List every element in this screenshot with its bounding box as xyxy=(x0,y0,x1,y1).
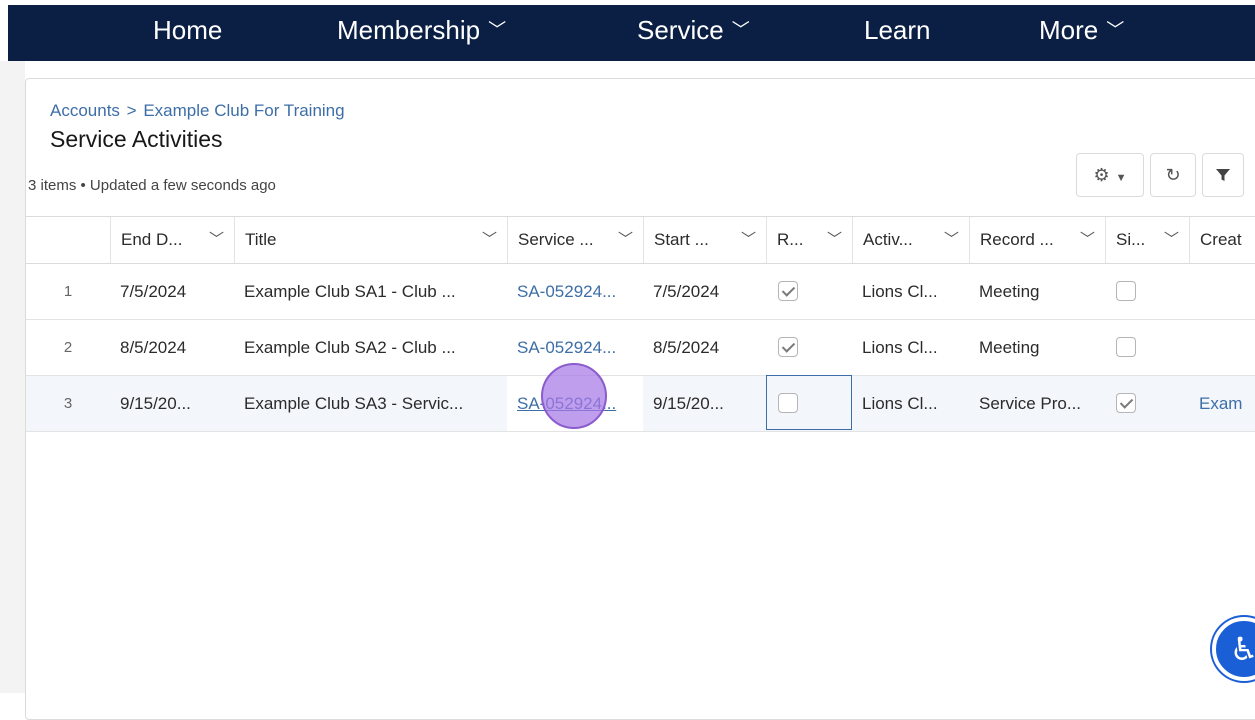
nav-label: Membership xyxy=(337,15,481,45)
column-label: Start ... xyxy=(654,230,709,249)
table-row[interactable]: 3 9/15/20... Example Club SA3 - Servic..… xyxy=(26,375,1255,432)
column-label: Si... xyxy=(1116,230,1146,249)
cell-record: Meeting xyxy=(979,282,1040,301)
chevron-down-icon: ﹀ xyxy=(1106,20,1125,40)
cell-end-date: 7/5/2024 xyxy=(120,282,187,301)
gear-icon: ⚙ xyxy=(1093,165,1110,185)
cell-title: Example Club SA3 - Servic... xyxy=(244,394,464,413)
column-label: R... xyxy=(777,230,804,249)
column-label: Creat xyxy=(1200,230,1242,249)
row-number: 2 xyxy=(63,339,73,356)
nav-label: Service xyxy=(637,15,724,45)
breadcrumb-separator: > xyxy=(126,101,137,120)
filter-button[interactable] xyxy=(1202,153,1244,197)
table-header: End D... ﹀ Title ﹀ Service ... ﹀ Start ... ﹀… xyxy=(26,216,1255,264)
nav-item-learn[interactable]: Learn xyxy=(864,5,931,61)
table-row[interactable]: 1 7/5/2024 Example Club SA1 - Club ... S… xyxy=(26,264,1255,320)
cell-start: 9/15/20... xyxy=(653,394,724,413)
cell-title: Example Club SA1 - Club ... xyxy=(244,282,456,301)
cell-created-link[interactable] xyxy=(1189,264,1255,319)
cell-activity: Lions Cl... xyxy=(862,394,938,413)
breadcrumb-accounts-link[interactable]: Accounts xyxy=(50,101,120,120)
nav-item-membership[interactable]: Membership ﹀ xyxy=(337,5,506,61)
page-title: Service Activities xyxy=(50,126,223,152)
caret-down-icon: ▼ xyxy=(1115,172,1127,184)
chevron-down-icon[interactable]: ﹀ xyxy=(741,217,756,263)
nav-item-home[interactable]: Home xyxy=(153,5,222,61)
nav-item-more[interactable]: More ﹀ xyxy=(1039,5,1124,61)
column-header-activity[interactable]: Activ... ﹀ xyxy=(852,217,969,263)
checkbox-si[interactable] xyxy=(1116,337,1136,357)
column-label: Activ... xyxy=(863,230,913,249)
top-navigation-bar: Home Membership ﹀ Service ﹀ Learn More ﹀ xyxy=(8,5,1255,61)
left-gutter xyxy=(0,61,25,693)
chevron-down-icon[interactable]: ﹀ xyxy=(209,217,224,263)
column-header-r[interactable]: R... ﹀ xyxy=(766,217,852,263)
chevron-down-icon[interactable]: ﹀ xyxy=(618,217,633,263)
cell-record: Meeting xyxy=(979,338,1040,357)
cell-end-date: 8/5/2024 xyxy=(120,338,187,357)
column-header-service[interactable]: Service ... ﹀ xyxy=(507,217,643,263)
column-label: End D... xyxy=(121,230,183,249)
checkbox-r[interactable] xyxy=(778,281,798,301)
chevron-down-icon: ﹀ xyxy=(488,20,507,40)
column-header-record[interactable]: Record ... ﹀ xyxy=(969,217,1105,263)
cell-created-link[interactable] xyxy=(1189,320,1255,375)
click-indicator xyxy=(541,363,607,429)
chevron-down-icon[interactable]: ﹀ xyxy=(1080,217,1095,263)
column-header-end-date[interactable]: End D... ﹀ xyxy=(110,217,234,263)
row-number: 3 xyxy=(63,395,73,412)
nav-label: Learn xyxy=(864,15,931,45)
column-label: Record ... xyxy=(980,230,1054,249)
refresh-icon: ↻ xyxy=(1165,165,1181,185)
column-header-si[interactable]: Si... ﹀ xyxy=(1105,217,1189,263)
chevron-down-icon: ﹀ xyxy=(731,20,750,40)
breadcrumb: Accounts > Example Club For Training xyxy=(50,101,345,121)
checkbox-si[interactable] xyxy=(1116,393,1136,413)
cell-created-link[interactable]: Exam xyxy=(1189,376,1255,431)
cell-start: 7/5/2024 xyxy=(653,282,720,301)
accessibility-icon: ♿ xyxy=(1229,631,1255,667)
cell-title: Example Club SA2 - Club ... xyxy=(244,338,456,357)
chevron-down-icon[interactable]: ﹀ xyxy=(827,217,842,263)
nav-label: Home xyxy=(153,15,223,45)
refresh-button[interactable]: ↻ xyxy=(1150,153,1196,197)
cell-start: 8/5/2024 xyxy=(653,338,720,357)
nav-item-service[interactable]: Service ﹀ xyxy=(637,5,750,61)
chevron-down-icon[interactable]: ﹀ xyxy=(482,217,497,263)
related-list-card: Accounts > Example Club For Training Ser… xyxy=(25,78,1255,720)
column-header-created[interactable]: Creat xyxy=(1189,217,1255,263)
checkbox-si[interactable] xyxy=(1116,281,1136,301)
column-header-title[interactable]: Title ﹀ xyxy=(234,217,507,263)
cell-service-link[interactable]: SA-052924... xyxy=(507,264,643,319)
filter-icon xyxy=(1216,169,1230,181)
chevron-down-icon[interactable]: ﹀ xyxy=(1164,217,1179,263)
row-number: 1 xyxy=(63,283,73,300)
column-header-start[interactable]: Start ... ﹀ xyxy=(643,217,766,263)
checkbox-r[interactable] xyxy=(778,393,798,413)
cell-activity: Lions Cl... xyxy=(862,338,938,357)
table-row[interactable]: 2 8/5/2024 Example Club SA2 - Club ... S… xyxy=(26,320,1255,376)
cell-record: Service Pro... xyxy=(979,394,1082,413)
column-label: Title xyxy=(245,230,277,249)
nav-label: More xyxy=(1039,15,1099,45)
checkbox-r[interactable] xyxy=(778,337,798,357)
cell-activity: Lions Cl... xyxy=(862,282,938,301)
column-label: Service ... xyxy=(518,230,594,249)
breadcrumb-account-link[interactable]: Example Club For Training xyxy=(143,101,344,120)
chevron-down-icon[interactable]: ﹀ xyxy=(944,217,959,263)
cell-end-date: 9/15/20... xyxy=(120,394,191,413)
list-meta-status: 3 items • Updated a few seconds ago xyxy=(28,177,276,194)
list-settings-button[interactable]: ⚙ ▼ xyxy=(1076,153,1144,197)
